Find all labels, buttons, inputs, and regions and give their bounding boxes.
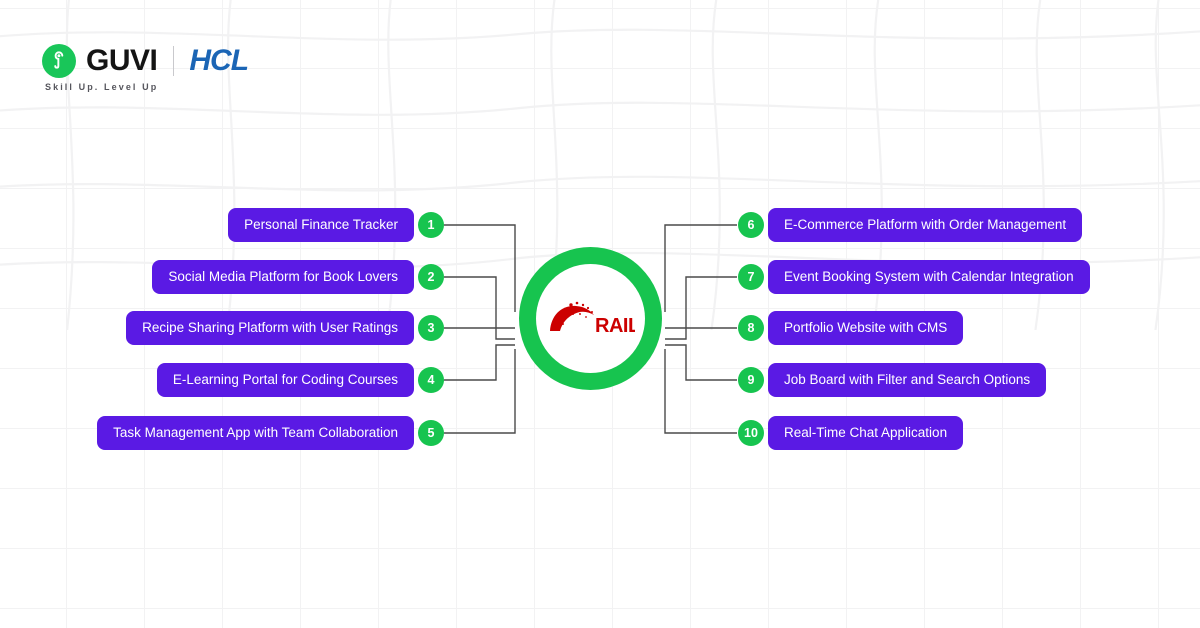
node-8[interactable]: 8 Portfolio Website with CMS bbox=[738, 311, 964, 345]
ruby-on-rails-logo-icon: RAILS bbox=[549, 301, 635, 337]
node-1-badge: 1 bbox=[418, 212, 444, 238]
node-1-label[interactable]: Personal Finance Tracker bbox=[228, 208, 414, 242]
node-6-badge: 6 bbox=[738, 212, 764, 238]
node-7-badge: 7 bbox=[738, 264, 764, 290]
node-1[interactable]: Personal Finance Tracker 1 bbox=[228, 208, 444, 242]
node-8-label[interactable]: Portfolio Website with CMS bbox=[768, 311, 964, 345]
node-6[interactable]: 6 E-Commerce Platform with Order Managem… bbox=[738, 208, 1083, 242]
node-7-label[interactable]: Event Booking System with Calendar Integ… bbox=[768, 260, 1090, 294]
node-9[interactable]: 9 Job Board with Filter and Search Optio… bbox=[738, 363, 1047, 397]
node-6-label[interactable]: E-Commerce Platform with Order Managemen… bbox=[768, 208, 1083, 242]
node-2-label[interactable]: Social Media Platform for Book Lovers bbox=[152, 260, 414, 294]
mindmap-canvas: GUVI HCL Skill Up. Level Up RAI Personal… bbox=[0, 0, 1200, 628]
node-10[interactable]: 10 Real-Time Chat Application bbox=[738, 416, 964, 450]
svg-text:RAILS: RAILS bbox=[595, 315, 635, 337]
node-2-badge: 2 bbox=[418, 264, 444, 290]
node-9-label[interactable]: Job Board with Filter and Search Options bbox=[768, 363, 1047, 397]
node-5[interactable]: Task Management App with Team Collaborat… bbox=[97, 416, 444, 450]
node-2[interactable]: Social Media Platform for Book Lovers 2 bbox=[152, 260, 444, 294]
center-hub: RAILS bbox=[519, 247, 662, 390]
node-4[interactable]: E-Learning Portal for Coding Courses 4 bbox=[156, 363, 444, 397]
node-9-badge: 9 bbox=[738, 367, 764, 393]
node-3[interactable]: Recipe Sharing Platform with User Rating… bbox=[126, 311, 444, 345]
node-8-badge: 8 bbox=[738, 315, 764, 341]
node-3-badge: 3 bbox=[418, 315, 444, 341]
node-10-badge: 10 bbox=[738, 420, 764, 446]
node-5-badge: 5 bbox=[418, 420, 444, 446]
node-3-label[interactable]: Recipe Sharing Platform with User Rating… bbox=[126, 311, 414, 345]
node-7[interactable]: 7 Event Booking System with Calendar Int… bbox=[738, 260, 1090, 294]
node-10-label[interactable]: Real-Time Chat Application bbox=[768, 416, 964, 450]
node-4-label[interactable]: E-Learning Portal for Coding Courses bbox=[156, 363, 414, 397]
node-4-badge: 4 bbox=[418, 367, 444, 393]
center-hub-inner: RAILS bbox=[536, 264, 645, 373]
node-5-label[interactable]: Task Management App with Team Collaborat… bbox=[97, 416, 414, 450]
